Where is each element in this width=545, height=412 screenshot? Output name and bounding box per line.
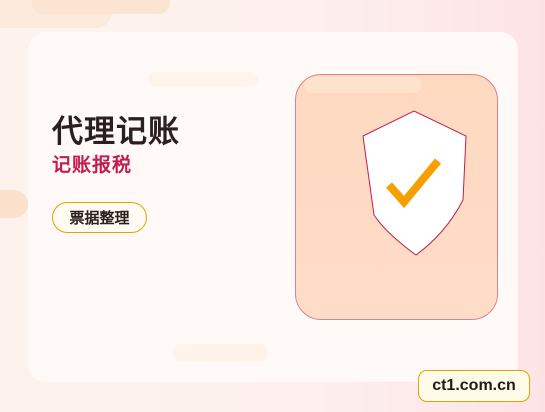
background-shape (32, 0, 170, 14)
shield-check-icon (362, 110, 467, 256)
card-subtitle: 记账报税 (52, 154, 133, 176)
decorative-glow (173, 344, 268, 362)
tag-button[interactable]: 票据整理 (52, 202, 147, 233)
watermark-label: ct1.com.cn (418, 370, 530, 402)
shield-shape (362, 110, 467, 256)
illustration-panel (295, 74, 498, 320)
card-title: 代理记账 (52, 114, 180, 150)
decorative-glow (148, 72, 258, 86)
background-shape (0, 190, 28, 218)
service-card[interactable]: 代理记账 记账报税 票据整理 (28, 32, 518, 382)
